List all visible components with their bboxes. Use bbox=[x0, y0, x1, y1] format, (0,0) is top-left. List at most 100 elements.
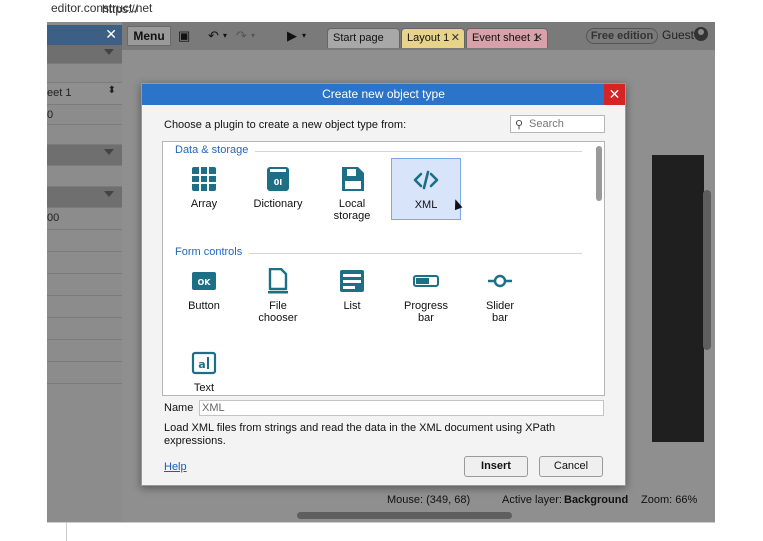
plugin-slider-bar[interactable]: Slider bar bbox=[465, 260, 535, 334]
plugin-label: XML bbox=[414, 199, 438, 211]
play-icon[interactable]: ▶ bbox=[287, 28, 297, 44]
plugin-xml[interactable]: XML bbox=[391, 158, 461, 220]
slider-icon bbox=[487, 268, 513, 294]
layout-canvas[interactable] bbox=[652, 155, 704, 442]
panel-row-value: eet 1 bbox=[47, 87, 72, 99]
floppy-icon bbox=[339, 166, 365, 192]
category-form-controls: Form controls bbox=[175, 246, 243, 258]
panel-row bbox=[47, 125, 122, 145]
plugin-description: Load XML files from strings and read the… bbox=[164, 422, 556, 447]
panel-row bbox=[47, 274, 122, 296]
plugin-dictionary[interactable]: 0I Dictionary bbox=[243, 158, 313, 220]
play-dropdown-icon[interactable]: ▾ bbox=[302, 31, 306, 40]
undo-icon[interactable]: ↶ bbox=[208, 28, 219, 44]
panel-row bbox=[47, 166, 122, 187]
help-link[interactable]: Help bbox=[164, 461, 187, 473]
panel-row-value: 0 bbox=[47, 109, 54, 121]
panel-close-icon[interactable]: ✕ bbox=[105, 26, 117, 43]
undo-dropdown-icon[interactable]: ▾ bbox=[223, 31, 227, 40]
main-toolbar: Menu ▣ ↶ ▾ ↷ ▾ ▶ ▾ Start page Layout 1 ✕… bbox=[122, 22, 715, 50]
browser-url-bar[interactable]: https://editor.construct.net bbox=[0, 0, 763, 18]
panel-row-sheet[interactable]: eet 1 ⬍ bbox=[47, 83, 122, 105]
redo-icon[interactable]: ↷ bbox=[236, 28, 247, 44]
status-bar: Mouse: (349, 68) Active layer: Backgroun… bbox=[384, 490, 715, 510]
plugin-local-storage[interactable]: Local storage bbox=[317, 158, 387, 232]
plugin-list-scrollbar[interactable] bbox=[596, 146, 602, 201]
panel-section[interactable] bbox=[47, 45, 122, 64]
ok-button-icon: OK bbox=[191, 268, 217, 294]
create-object-dialog: Create new object type ✕ Choose a plugin… bbox=[141, 83, 626, 486]
plugin-label-line: File bbox=[269, 300, 287, 312]
category-data-storage: Data & storage bbox=[175, 144, 249, 156]
collapse-arrow-icon[interactable] bbox=[104, 149, 114, 155]
panel-row bbox=[47, 340, 122, 362]
url-text[interactable]: https://editor.construct.net bbox=[51, 1, 152, 16]
text-input-icon: a bbox=[191, 350, 217, 376]
panel-row-value: 00 bbox=[47, 212, 60, 224]
panel-row bbox=[47, 252, 122, 274]
tab-close-icon[interactable]: ✕ bbox=[534, 29, 543, 47]
select-arrows-icon[interactable]: ⬍ bbox=[108, 85, 116, 96]
tab-event-sheet-1[interactable]: Event sheet 1 ✕ bbox=[466, 28, 548, 48]
horizontal-scrollbar[interactable] bbox=[297, 512, 512, 519]
category-divider bbox=[255, 151, 582, 152]
tab-label: Start page bbox=[333, 32, 384, 44]
grid-icon bbox=[191, 166, 217, 192]
menu-button[interactable]: Menu bbox=[127, 26, 171, 46]
collapse-arrow-icon[interactable] bbox=[104, 49, 114, 55]
panel-section[interactable] bbox=[47, 187, 122, 208]
mouse-position: Mouse: (349, 68) bbox=[387, 494, 471, 506]
redo-dropdown-icon[interactable]: ▾ bbox=[251, 31, 255, 40]
dialog-title: Create new object type bbox=[142, 84, 625, 105]
search-placeholder: Search bbox=[529, 118, 564, 130]
list-icon bbox=[339, 268, 365, 294]
plugin-progress-bar[interactable]: Progress bar bbox=[391, 260, 461, 334]
user-name[interactable]: Guest bbox=[662, 28, 694, 42]
plugin-list[interactable]: List bbox=[317, 260, 387, 322]
search-input[interactable]: ⚲ Search bbox=[510, 115, 605, 133]
tab-start-page[interactable]: Start page bbox=[327, 28, 400, 48]
panel-row bbox=[47, 230, 122, 252]
plugin-label: Dictionary bbox=[253, 198, 303, 210]
page-bottom-strip bbox=[47, 522, 715, 541]
panel-row bbox=[47, 64, 122, 83]
panel-section[interactable] bbox=[47, 145, 122, 166]
properties-panel: ✕ eet 1 ⬍ 0 00 bbox=[47, 22, 122, 522]
panel-header: ✕ bbox=[47, 25, 122, 45]
svg-text:0I: 0I bbox=[274, 178, 283, 187]
insert-button[interactable]: Insert bbox=[464, 456, 528, 477]
file-icon bbox=[265, 267, 291, 294]
vertical-scrollbar[interactable] bbox=[703, 190, 711, 350]
active-layer-value: Background bbox=[564, 494, 629, 506]
free-edition-badge[interactable]: Free edition bbox=[586, 28, 658, 44]
plugin-button[interactable]: OK Button bbox=[169, 260, 239, 322]
name-label: Name bbox=[164, 402, 194, 414]
svg-text:a: a bbox=[198, 358, 205, 371]
panel-row bbox=[47, 296, 122, 318]
collapse-arrow-icon[interactable] bbox=[104, 191, 114, 197]
plugin-file-chooser[interactable]: File chooser bbox=[243, 260, 313, 334]
dialog-close-icon[interactable]: ✕ bbox=[604, 84, 625, 105]
tab-close-icon[interactable]: ✕ bbox=[451, 29, 460, 47]
zoom-level: Zoom: 66% bbox=[641, 494, 698, 506]
plugin-label: List bbox=[343, 300, 361, 312]
plugin-label-line: Local bbox=[338, 198, 366, 210]
name-input[interactable]: XML bbox=[199, 400, 604, 416]
plugin-list[interactable]: Data & storage Array 0I Dictionary Local bbox=[162, 141, 605, 396]
user-avatar-icon[interactable] bbox=[694, 27, 708, 41]
tab-layout-1[interactable]: Layout 1 ✕ bbox=[401, 28, 465, 48]
plugin-array[interactable]: Array bbox=[169, 158, 239, 220]
panel-row bbox=[47, 318, 122, 340]
dialog-prompt: Choose a plugin to create a new object t… bbox=[164, 119, 407, 131]
plugin-label-line: bar bbox=[492, 312, 508, 324]
code-icon bbox=[413, 167, 439, 193]
screen: https://editor.construct.net ✕ eet 1 ⬍ 0… bbox=[0, 0, 763, 541]
plugin-label-line: Text bbox=[193, 382, 215, 394]
dictionary-icon: 0I bbox=[265, 166, 291, 192]
svg-text:OK: OK bbox=[198, 278, 212, 287]
save-icon[interactable]: ▣ bbox=[178, 28, 190, 44]
plugin-text[interactable]: a Text bbox=[169, 342, 239, 395]
cancel-button[interactable]: Cancel bbox=[539, 456, 603, 477]
plugin-label-line: Progress bbox=[403, 300, 449, 312]
progress-bar-icon bbox=[413, 268, 439, 294]
